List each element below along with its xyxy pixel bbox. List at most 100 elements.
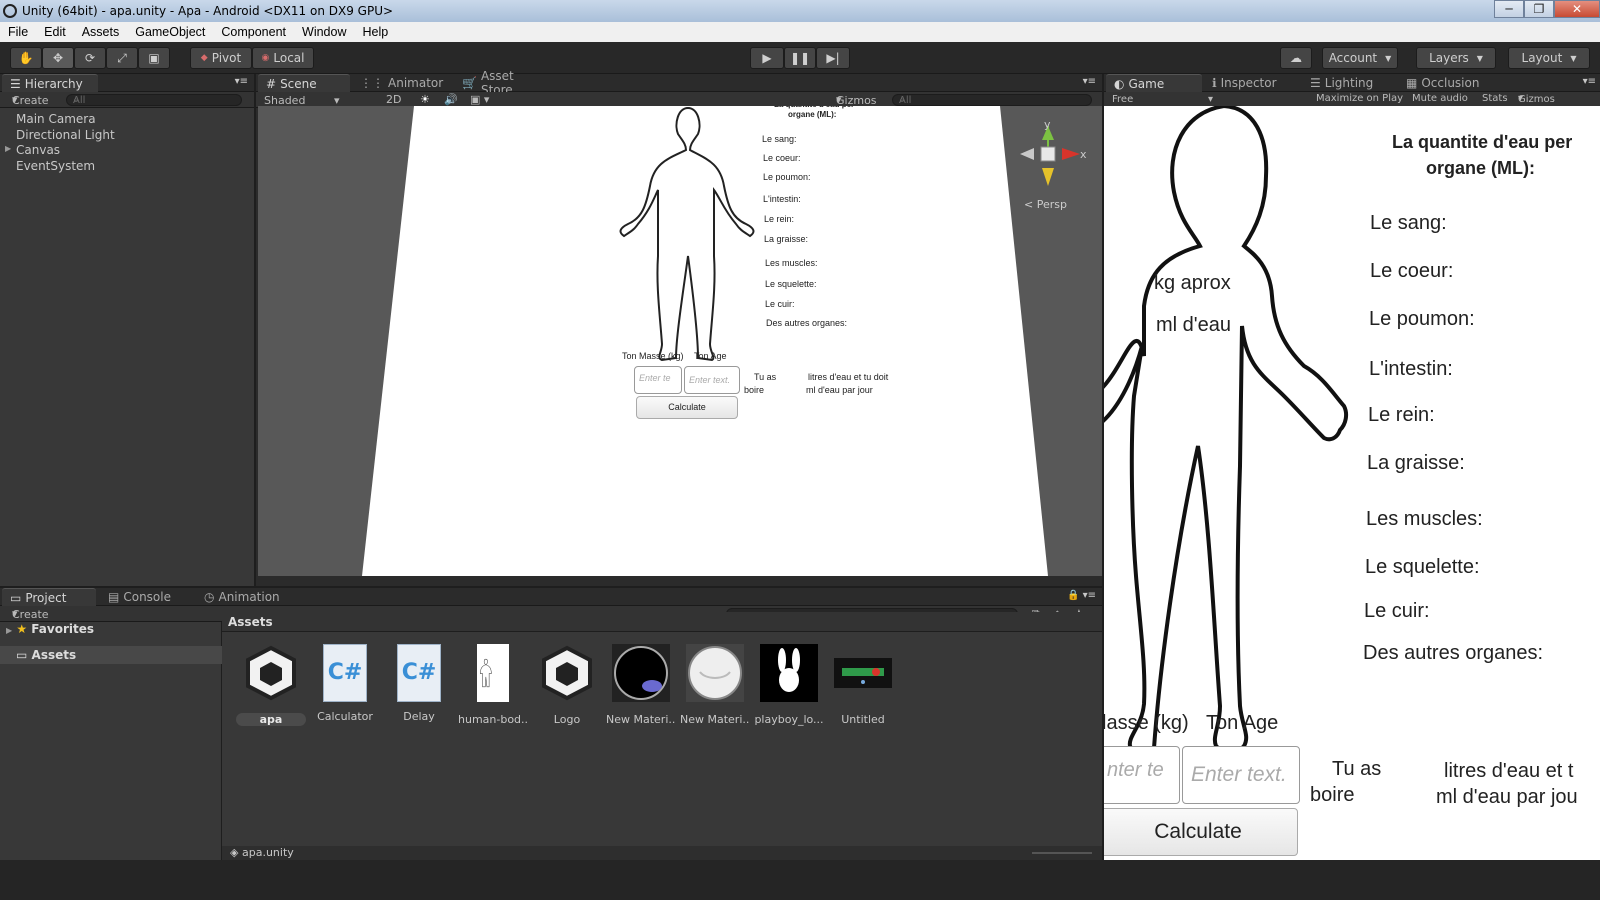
hierarchy-create-dropdown[interactable]: Create ▾ [12,93,49,107]
scale-icon: ⤢ [117,50,127,65]
game-age-input[interactable]: Enter text. [1182,746,1300,804]
hierarchy-item-main-camera[interactable]: Main Camera [16,112,96,126]
tab-animation[interactable]: ◷ Animation [196,588,306,606]
unity-logo-icon [246,645,296,701]
asset-item-new-material-1[interactable]: New Materi... [606,644,676,726]
pause-button[interactable]: ❚❚ [784,47,816,69]
asset-item-untitled[interactable]: Untitled [828,644,898,726]
tab-hierarchy[interactable]: ☰ Hierarchy [2,74,98,92]
menu-file[interactable]: File [0,25,36,39]
gizmo-y-label: y [1044,118,1051,131]
maximize-on-play-toggle[interactable]: Maximize on Play [1316,93,1403,104]
asset-item-apa[interactable]: apa [236,644,306,726]
asset-item-human-body[interactable]: human-bod... [458,644,528,726]
menu-component[interactable]: Component [213,25,294,39]
rotate-icon: ⟳ [84,51,96,65]
gizmos-dropdown[interactable]: Gizmos ▾ [836,93,877,107]
scene-calculate-button[interactable]: Calculate [636,396,738,419]
panel-menu-icon[interactable]: 🔒 ▾≡ [1067,590,1096,601]
expand-arrow-icon[interactable]: ▶ [5,144,11,153]
scene-mass-input[interactable]: Enter te [634,366,682,394]
stats-toggle[interactable]: Stats [1482,93,1508,104]
tab-game[interactable]: ◐ Game [1106,74,1202,92]
unity-app-icon [3,4,17,18]
cloud-button[interactable]: ☁ [1280,47,1312,69]
asset-item-new-material-2[interactable]: New Materi... [680,644,750,726]
tab-project[interactable]: ▭ Project [2,588,96,606]
hierarchy-item-canvas[interactable]: Canvas [16,143,60,157]
tab-occlusion[interactable]: ▦ Occlusion [1398,74,1498,92]
persp-label[interactable]: < Persp [1024,198,1067,211]
close-button[interactable]: ✕ [1554,0,1600,18]
layout-dropdown[interactable]: Layout ▼ [1508,47,1590,69]
tab-asset-store[interactable]: 🛒 Asset Store [454,69,554,97]
local-label: Local [273,51,305,65]
tab-scene[interactable]: # Scene [258,74,350,92]
rotate-tool-button[interactable]: ⟳ [74,47,106,69]
layers-label: Layers [1429,51,1469,65]
asset-label: apa [236,713,306,726]
scene-organ-label: Les muscles: [765,258,818,268]
asset-item-calculator[interactable]: C# Calculator [310,644,380,723]
asset-item-playboy-logo[interactable]: playboy_lo... [754,644,824,726]
window-titlebar: Unity (64bit) - apa.unity - Apa - Androi… [0,0,1600,22]
scene-organ-label: Le rein: [764,214,795,224]
hierarchy-item-directional-light[interactable]: Directional Light [16,128,115,142]
tab-animator[interactable]: ⋮⋮ Animator [352,74,452,92]
play-button[interactable]: ▶ [750,47,784,69]
mode-2d-toggle[interactable]: 2D [386,93,401,106]
rect-icon: ▣ [148,51,160,65]
audio-icon[interactable]: 🔊 [444,93,458,106]
tab-inspector[interactable]: ℹ Inspector [1204,74,1300,92]
panel-menu-icon[interactable]: ▾≡ [1083,76,1096,87]
tab-hierarchy-label: Hierarchy [24,76,83,91]
favorites-item[interactable]: ▶ ★ Favorites [6,622,94,636]
game-ml-jour: ml d'eau par jou [1436,786,1578,808]
asset-item-delay[interactable]: C# Delay [384,644,454,723]
pivot-toggle[interactable]: ◆ Pivot [190,47,252,69]
game-gizmos-label: Gizmos [1518,94,1555,105]
game-gizmos-dropdown[interactable]: Gizmos ▾ [1518,93,1555,105]
create-label: Create [12,94,49,107]
panel-menu-icon[interactable]: ▾≡ [1583,76,1596,87]
menu-edit[interactable]: Edit [36,25,74,39]
menu-assets[interactable]: Assets [74,25,128,39]
project-create-label: Create [12,608,49,621]
local-toggle[interactable]: ◉ Local [252,47,314,69]
panel-menu-icon[interactable]: ▾≡ [235,76,248,87]
selected-path-bar: ◈ apa.unity [222,846,1102,860]
move-tool-button[interactable]: ✥ [42,47,74,69]
hand-tool-button[interactable]: ✋ [10,47,42,69]
minimize-button[interactable]: ─ [1494,0,1524,18]
game-calculate-button[interactable]: Calculate [1104,808,1298,856]
scene-viewport[interactable]: y x < Persp La quantite d'eau per organe… [258,106,1102,576]
game-mass-input[interactable]: nter te [1104,746,1180,804]
scene-organ-label: L'intestin: [763,194,801,204]
game-viewport[interactable]: La quantite d'eau per organe (ML): Le sa… [1104,106,1600,860]
tab-console[interactable]: ▤ Console [100,588,194,606]
rect-tool-button[interactable]: ▣ [138,47,170,69]
sun-icon[interactable]: ☀ [420,93,430,106]
layers-dropdown[interactable]: Layers ▼ [1416,47,1496,69]
menu-window[interactable]: Window [294,25,354,39]
animation-icon: ◷ [204,590,215,604]
scene-search-input[interactable]: ⌕ All [892,94,1092,106]
zoom-slider[interactable] [1032,852,1092,854]
project-create-dropdown[interactable]: Create ▾ [12,607,49,621]
scene-age-input[interactable]: Enter text. [684,366,740,394]
assets-root-item[interactable]: ▭ Assets [0,646,222,664]
step-button[interactable]: ▶| [816,47,850,69]
tab-inspector-label: Inspector [1220,76,1277,90]
menu-gameobject[interactable]: GameObject [127,25,213,39]
scale-tool-button[interactable]: ⤢ [106,47,138,69]
effects-icon[interactable]: ▣ ▾ [470,93,489,106]
hierarchy-search-input[interactable]: ⌕ All [66,94,242,106]
account-dropdown[interactable]: Account ▼ [1322,47,1398,69]
mute-audio-toggle[interactable]: Mute audio [1412,93,1468,104]
menu-help[interactable]: Help [354,25,396,39]
asset-item-logo[interactable]: Logo [532,644,602,726]
tab-lighting[interactable]: ☰ Lighting [1302,74,1392,92]
game-organ-label: L'intestin: [1369,358,1453,380]
hierarchy-item-eventsystem[interactable]: EventSystem [16,159,95,173]
maximize-button[interactable]: ❐ [1524,0,1554,18]
